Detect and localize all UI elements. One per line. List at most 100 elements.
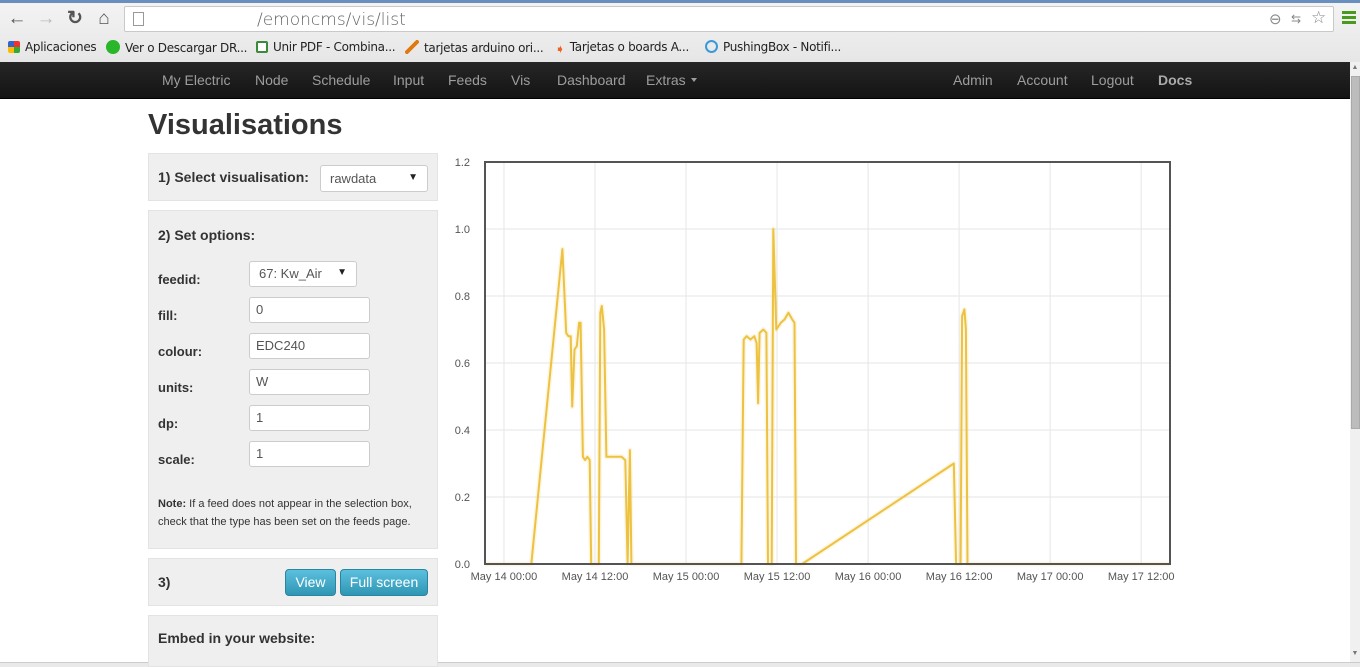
x-tick-label: May 17 00:00 (1017, 571, 1084, 583)
nav-logout[interactable]: Logout (1091, 72, 1134, 88)
vertical-scrollbar[interactable]: ▲ ▼ (1350, 62, 1360, 662)
set-options-panel: 2) Set options: feedid: 67: Kw_Air ▼ fil… (148, 210, 438, 549)
visualisation-selected-value: rawdata (330, 171, 376, 186)
nav-node[interactable]: Node (255, 72, 288, 88)
scroll-down-arrow-icon[interactable]: ▼ (1351, 650, 1359, 660)
x-tick-label: May 14 00:00 (471, 571, 538, 583)
y-tick-label: 0.0 (455, 559, 470, 571)
series-line-shadow (485, 229, 1170, 564)
home-icon[interactable]: ⌂ (93, 8, 115, 30)
nav-extras-dropdown[interactable]: Extras (646, 72, 697, 88)
option-label-fill: fill: (158, 308, 178, 323)
chart-svg: 0.00.20.40.60.81.01.2 May 14 00:00May 14… (445, 150, 1185, 590)
nav-account[interactable]: Account (1017, 72, 1068, 88)
back-arrow-icon[interactable]: ← (6, 8, 28, 30)
y-tick-label: 0.6 (455, 358, 470, 370)
nav-vis[interactable]: Vis (511, 72, 530, 88)
nav-feeds[interactable]: Feeds (448, 72, 487, 88)
bookmark-2[interactable]: Ver o Descargar DR... (106, 40, 247, 55)
embed-panel: Embed in your website: (148, 615, 438, 667)
y-tick-label: 1.0 (455, 224, 470, 236)
y-tick-label: 0.2 (455, 492, 470, 504)
x-tick-label: May 16 12:00 (926, 571, 993, 583)
view-button[interactable]: View (285, 569, 336, 596)
nav-admin[interactable]: Admin (953, 72, 993, 88)
x-tick-label: May 14 12:00 (562, 571, 629, 583)
bookmark-label: Tarjetas o boards A... (570, 40, 689, 54)
apps-grid-icon (8, 41, 20, 53)
feedid-select[interactable]: 67: Kw_Air ▼ (249, 261, 357, 287)
dp-input[interactable]: 1 (249, 405, 370, 431)
forward-arrow-icon[interactable]: → (35, 8, 57, 30)
bird-icon (405, 40, 419, 54)
address-bar[interactable]: /emoncms/vis/list ⊖ ⇆ ☆ (124, 6, 1334, 32)
option-label-units: units: (158, 380, 193, 395)
note-bold-label: Note: (158, 498, 186, 510)
reload-icon[interactable]: ↻ (64, 8, 86, 30)
browser-menu-icon[interactable] (1342, 11, 1356, 25)
bookmark-6[interactable]: PushingBox - Notifi... (705, 40, 841, 54)
x-tick-label: May 15 12:00 (744, 571, 811, 583)
bookmarks-bar: Aplicaciones Ver o Descargar DR... Unir … (0, 36, 1360, 60)
select-visualisation-panel: 1) Select visualisation: rawdata ▼ (148, 153, 438, 201)
nav-my-electric[interactable]: My Electric (162, 72, 230, 88)
orange-arrow-icon: ➧ (555, 42, 565, 56)
bookmark-5[interactable]: ➧ Tarjetas o boards A... (555, 40, 689, 56)
x-tick-label: May 15 00:00 (653, 571, 720, 583)
full-screen-button[interactable]: Full screen (340, 569, 428, 596)
bookmark-label: tarjetas arduino ori... (424, 41, 543, 55)
y-tick-label: 0.4 (455, 425, 470, 437)
units-input[interactable]: W (249, 369, 370, 395)
dropdown-arrow-icon: ▼ (337, 267, 347, 278)
view-panel: 3) View Full screen (148, 558, 438, 606)
bookmark-label: Aplicaciones (25, 40, 96, 54)
scroll-up-arrow-icon[interactable]: ▲ (1351, 64, 1359, 74)
page-icon (133, 12, 144, 26)
option-label-feedid: feedid: (158, 272, 201, 287)
feed-note: Note: If a feed does not appear in the s… (158, 495, 428, 531)
note-text: If a feed does not appear in the selecti… (158, 498, 412, 528)
y-axis-ticks: 0.0 0.2 0.4 0.6 0.8 1.0 1.2 (455, 157, 470, 571)
x-tick-label: May 17 12:00 (1108, 571, 1175, 583)
nav-dashboard[interactable]: Dashboard (557, 72, 626, 88)
option-label-dp: dp: (158, 416, 178, 431)
bookmark-3[interactable]: Unir PDF - Combina... (256, 40, 395, 54)
bookmark-label: Ver o Descargar DR... (125, 41, 247, 55)
bookmark-4[interactable]: tarjetas arduino ori... (405, 40, 543, 55)
pdf-merge-icon (256, 41, 268, 53)
browser-tabstrip (0, 0, 1360, 3)
nav-input[interactable]: Input (393, 72, 424, 88)
pushingbox-icon (705, 40, 718, 53)
bookmark-label: Unir PDF - Combina... (273, 40, 395, 54)
feedid-selected-value: 67: Kw_Air (259, 266, 322, 281)
dropdown-arrow-icon: ▼ (408, 172, 418, 183)
nav-extras-label: Extras (646, 72, 686, 88)
x-tick-label: May 16 00:00 (835, 571, 902, 583)
option-label-scale: scale: (158, 452, 195, 467)
bookmark-star-icon[interactable]: ☆ (1311, 8, 1326, 28)
bookmark-label: PushingBox - Notifi... (723, 40, 841, 54)
embed-label: Embed in your website: (158, 630, 315, 646)
green-circle-icon (106, 40, 120, 54)
y-tick-label: 0.8 (455, 291, 470, 303)
step-3-label: 3) (158, 574, 170, 590)
scale-input[interactable]: 1 (249, 441, 370, 467)
select-visualisation-label: 1) Select visualisation: (158, 169, 309, 185)
url-text: /emoncms/vis/list (257, 10, 406, 30)
visualisation-select[interactable]: rawdata ▼ (320, 165, 428, 192)
series-line (485, 229, 1170, 564)
zoom-icon[interactable]: ⊖ (1269, 10, 1282, 28)
x-axis-ticks: May 14 00:00 May 14 12:00 May 15 00:00 May … (471, 571, 1175, 583)
scrollbar-thumb[interactable] (1351, 76, 1360, 429)
nav-schedule[interactable]: Schedule (312, 72, 370, 88)
page-title: Visualisations (148, 109, 343, 142)
bookmark-apps[interactable]: Aplicaciones (8, 40, 96, 54)
nav-docs[interactable]: Docs (1158, 72, 1192, 88)
y-tick-label: 1.2 (455, 157, 470, 169)
translate-icon[interactable]: ⇆ (1291, 12, 1301, 26)
colour-input[interactable]: EDC240 (249, 333, 370, 359)
rawdata-chart: 0.00.20.40.60.81.01.2 May 14 00:00May 14… (445, 150, 1185, 590)
chart-series (485, 229, 1170, 564)
fill-input[interactable]: 0 (249, 297, 370, 323)
set-options-label: 2) Set options: (158, 227, 255, 243)
